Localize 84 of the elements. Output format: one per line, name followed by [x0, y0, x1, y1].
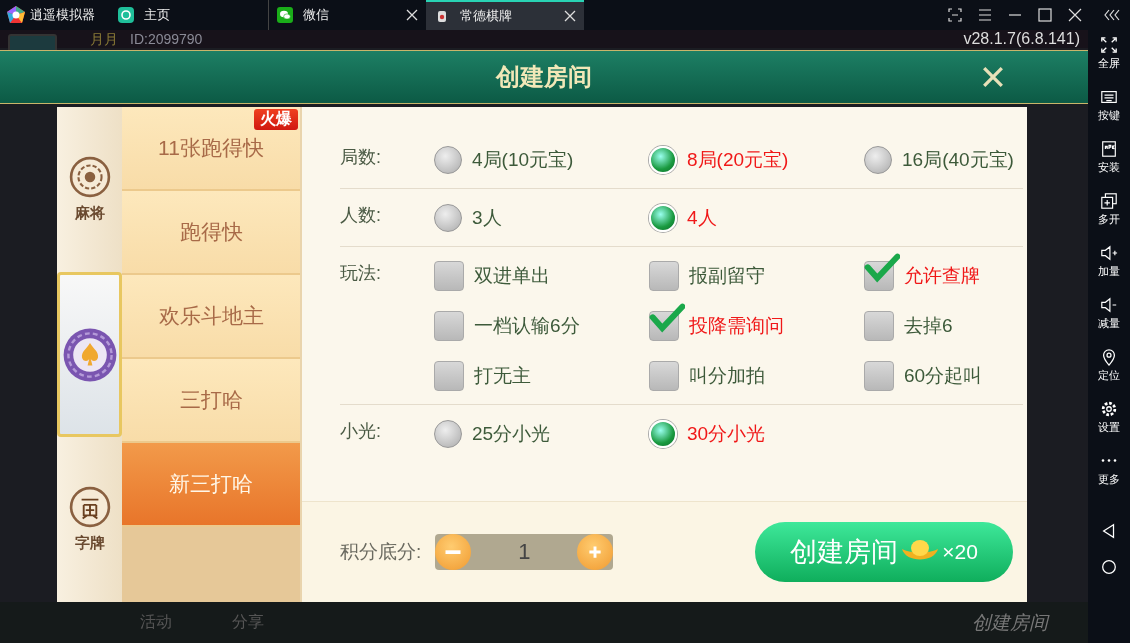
option-text: 8局(20元宝): [687, 148, 789, 172]
option-text: 4人: [687, 206, 717, 230]
category-tab[interactable]: 麻将: [57, 107, 122, 272]
settings-icon: [1100, 400, 1118, 418]
browser-tab[interactable]: 主页: [110, 0, 268, 30]
score-value: 1: [517, 539, 532, 565]
home-app-icon: [118, 7, 134, 23]
close-icon[interactable]: [1068, 8, 1082, 22]
checkmark-icon: [649, 303, 685, 334]
radio-button[interactable]: [864, 146, 892, 174]
radio-button[interactable]: [434, 420, 462, 448]
option-text: 双进单出: [474, 264, 550, 288]
checkbox[interactable]: [864, 311, 894, 341]
option-text: 60分起叫: [904, 364, 983, 388]
option-text: 25分小光: [472, 422, 551, 446]
maximize-icon[interactable]: [1038, 8, 1052, 22]
apk-icon: [1100, 140, 1118, 158]
toolbar-button[interactable]: 加量: [1098, 244, 1120, 296]
option-text: 叫分加拍: [689, 364, 765, 388]
option-text: 允许查牌: [904, 264, 980, 288]
nav-label: 分享: [232, 612, 264, 632]
minus-button[interactable]: [435, 534, 472, 570]
radio-button[interactable]: [434, 146, 462, 174]
category-tab[interactable]: [57, 272, 122, 437]
user-id: ID:2099790: [130, 31, 203, 49]
checkbox[interactable]: [434, 311, 464, 341]
checkmark-icon: [864, 253, 900, 284]
option-text: 一档认输6分: [474, 314, 580, 338]
radio-button[interactable]: [434, 204, 462, 232]
plus-button[interactable]: [577, 534, 614, 570]
option-text: 去掉6: [904, 314, 953, 338]
option-text: 报副留守: [689, 264, 765, 288]
checkbox[interactable]: [434, 361, 464, 391]
create-room-label: 创建房间: [972, 610, 1048, 635]
score-label: 积分底分:: [340, 540, 422, 564]
option-label: 局数:: [340, 146, 382, 169]
spade-chip-icon: [61, 326, 118, 383]
app-name: 逍遥模拟器: [30, 6, 95, 24]
toolbar-button[interactable]: 全屏: [1098, 36, 1120, 88]
fullscreen-icon: [1100, 36, 1118, 54]
option-label: 人数:: [340, 204, 382, 227]
flower-tile-icon: [68, 156, 111, 198]
toolbar-button[interactable]: 多开: [1098, 192, 1120, 244]
user-name: 月月: [90, 31, 118, 49]
option-text: 30分小光: [687, 422, 766, 446]
close-icon[interactable]: [564, 10, 576, 22]
version-text: v28.1.7(6.8.141): [963, 30, 1080, 48]
toolbar-button[interactable]: 安装: [1098, 140, 1120, 192]
location-icon: [1100, 348, 1118, 366]
browser-tab[interactable]: 常德棋牌: [426, 0, 584, 30]
option-label: 玩法:: [340, 262, 382, 285]
toolbar-button[interactable]: 更多: [1098, 452, 1120, 504]
voldown-icon: [1100, 296, 1118, 314]
category-tab[interactable]: 字牌: [57, 437, 122, 602]
dialog-title: 创建房间: [496, 62, 592, 92]
menu-icon[interactable]: [978, 8, 992, 22]
home-icon[interactable]: [1100, 558, 1118, 576]
checkbox[interactable]: [649, 361, 679, 391]
screenshot-icon[interactable]: [948, 8, 962, 22]
toolbar-button[interactable]: 减量: [1098, 296, 1120, 348]
volup-icon: [1100, 244, 1118, 262]
option-text: 投降需询问: [689, 314, 784, 338]
character-tile-icon: [68, 486, 111, 528]
hot-badge: 火爆: [254, 109, 298, 130]
option-text: 4局(10元宝): [472, 148, 574, 172]
more-icon: [1100, 459, 1118, 462]
close-icon[interactable]: [406, 9, 418, 21]
checkbox[interactable]: [649, 261, 679, 291]
option-text: 3人: [472, 206, 502, 230]
option-text: 16局(40元宝): [902, 148, 1014, 172]
option-label: 小光:: [340, 420, 382, 443]
chat-app-icon: [277, 7, 293, 23]
keyboard-icon: [1100, 88, 1118, 106]
nav-label: 活动: [140, 612, 172, 632]
logo-icon: [6, 5, 26, 25]
toolbar-button[interactable]: 设置: [1098, 400, 1120, 452]
toolbar-button[interactable]: 定位: [1098, 348, 1120, 400]
checkbox[interactable]: [864, 361, 894, 391]
collapse-icon[interactable]: [1104, 8, 1122, 22]
checkbox[interactable]: [434, 261, 464, 291]
option-text: 打无主: [474, 364, 531, 388]
multi-icon: [1100, 192, 1118, 210]
toolbar-button[interactable]: 按键: [1098, 88, 1120, 140]
minus-icon: [444, 549, 463, 555]
